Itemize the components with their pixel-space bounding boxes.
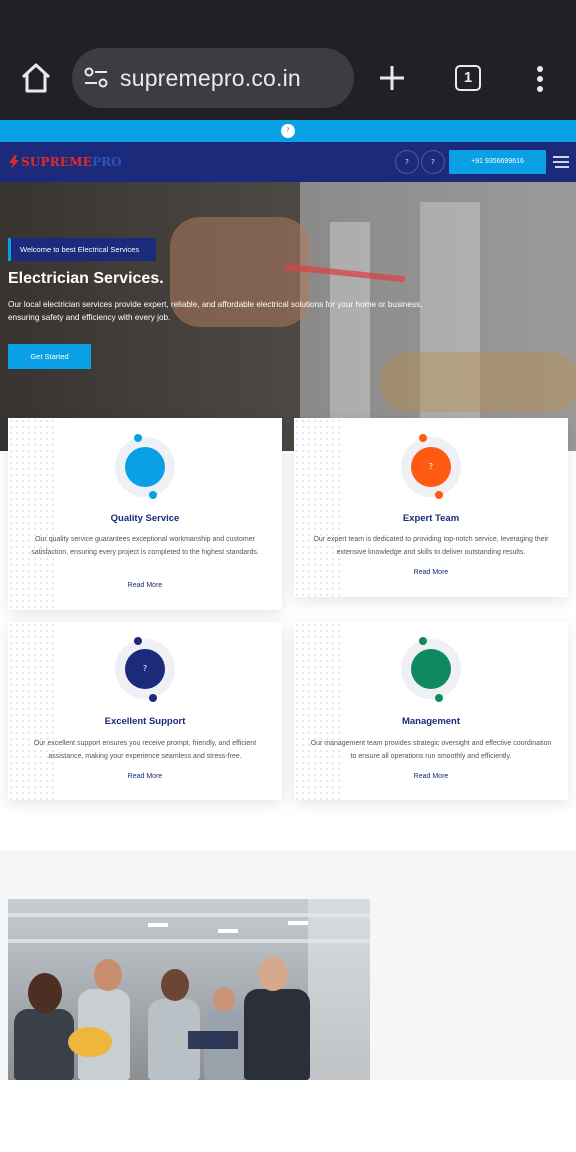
photo-detail	[28, 973, 62, 1013]
cart-icon[interactable]: ?	[421, 150, 445, 174]
address-bar[interactable]: supremepro.co.in	[72, 48, 354, 108]
decor-dot	[435, 694, 443, 702]
photo-detail	[213, 987, 235, 1011]
search-icon[interactable]: ?	[395, 150, 419, 174]
more-options-icon[interactable]	[535, 66, 545, 92]
service-card-quality: Quality Service Our quality service guar…	[8, 418, 282, 610]
site-logo[interactable]: SUPREME PRO	[8, 154, 122, 170]
service-card-expert: ? Expert Team Our expert team is dedicat…	[294, 418, 568, 597]
get-started-button[interactable]: Get Started	[8, 344, 91, 369]
service-description: Our management team provides strategic o…	[310, 740, 552, 760]
service-title: Excellent Support	[104, 716, 186, 727]
url-text[interactable]: supremepro.co.in	[120, 65, 301, 92]
hero-section: Welcome to best Electrical Services Elec…	[0, 182, 576, 451]
team-photo	[8, 899, 370, 1080]
hero-badge: Welcome to best Electrical Services	[8, 238, 156, 261]
card-icon-ring	[115, 437, 175, 497]
card-icon-ring: ?	[115, 639, 175, 699]
decor-dot	[149, 694, 157, 702]
photo-detail	[94, 959, 122, 991]
photo-detail	[188, 1031, 238, 1049]
hamburger-menu-icon[interactable]	[553, 155, 569, 169]
service-card-management: Management Our management team provides …	[294, 622, 568, 800]
photo-detail	[308, 899, 370, 1080]
service-title: Expert Team	[402, 513, 460, 524]
decor-dot	[149, 491, 157, 499]
new-tab-icon[interactable]	[378, 64, 406, 92]
read-more-link[interactable]: Read More	[294, 773, 568, 780]
photo-detail	[68, 1027, 112, 1057]
support-icon: ?	[125, 649, 165, 689]
service-title: Quality Service	[110, 513, 180, 524]
logo-text-supreme: SUPREME	[21, 155, 93, 169]
logo-text-pro: PRO	[92, 155, 122, 169]
top-strip: ?	[0, 120, 576, 142]
hero-background	[380, 352, 576, 412]
photo-detail	[244, 989, 310, 1080]
photo-detail	[218, 929, 238, 933]
service-description: Our expert team is dedicated to providin…	[313, 536, 549, 556]
service-title: Management	[401, 716, 461, 727]
decor-dot	[419, 637, 427, 645]
decor-dot	[435, 491, 443, 499]
quality-icon	[125, 447, 165, 487]
decor-dot	[134, 637, 142, 645]
read-more-link[interactable]: Read More	[8, 773, 282, 780]
service-description: Our excellent support ensures you receiv…	[33, 740, 257, 760]
decor-dot	[134, 434, 142, 442]
expert-icon: ?	[411, 447, 451, 487]
read-more-link[interactable]: Read More	[8, 582, 282, 589]
hero-description: Our local electrician services provide e…	[8, 300, 423, 322]
photo-detail	[161, 969, 189, 1001]
service-description: Our quality service guarantees exception…	[31, 536, 259, 556]
site-header: SUPREME PRO ? ? +91 9356699616	[0, 142, 576, 182]
management-icon	[411, 649, 451, 689]
bolt-icon	[9, 155, 19, 169]
photo-detail	[14, 1009, 74, 1080]
read-more-link[interactable]: Read More	[294, 569, 568, 576]
photo-detail	[148, 923, 168, 927]
tab-switcher-button[interactable]: 1	[455, 65, 481, 91]
phone-button[interactable]: +91 9356699616	[449, 150, 546, 174]
card-icon-ring	[401, 639, 461, 699]
card-icon-ring: ?	[401, 437, 461, 497]
service-card-support: ? Excellent Support Our excellent suppor…	[8, 622, 282, 800]
site-settings-icon[interactable]	[84, 67, 108, 89]
hero-title: Electrician Services.	[8, 270, 164, 287]
photo-detail	[288, 921, 308, 925]
strip-toggle-icon[interactable]: ?	[281, 124, 295, 138]
browser-toolbar: supremepro.co.in 1	[0, 0, 576, 120]
decor-dot	[419, 434, 427, 442]
photo-detail	[258, 957, 288, 991]
home-icon[interactable]	[18, 60, 54, 96]
